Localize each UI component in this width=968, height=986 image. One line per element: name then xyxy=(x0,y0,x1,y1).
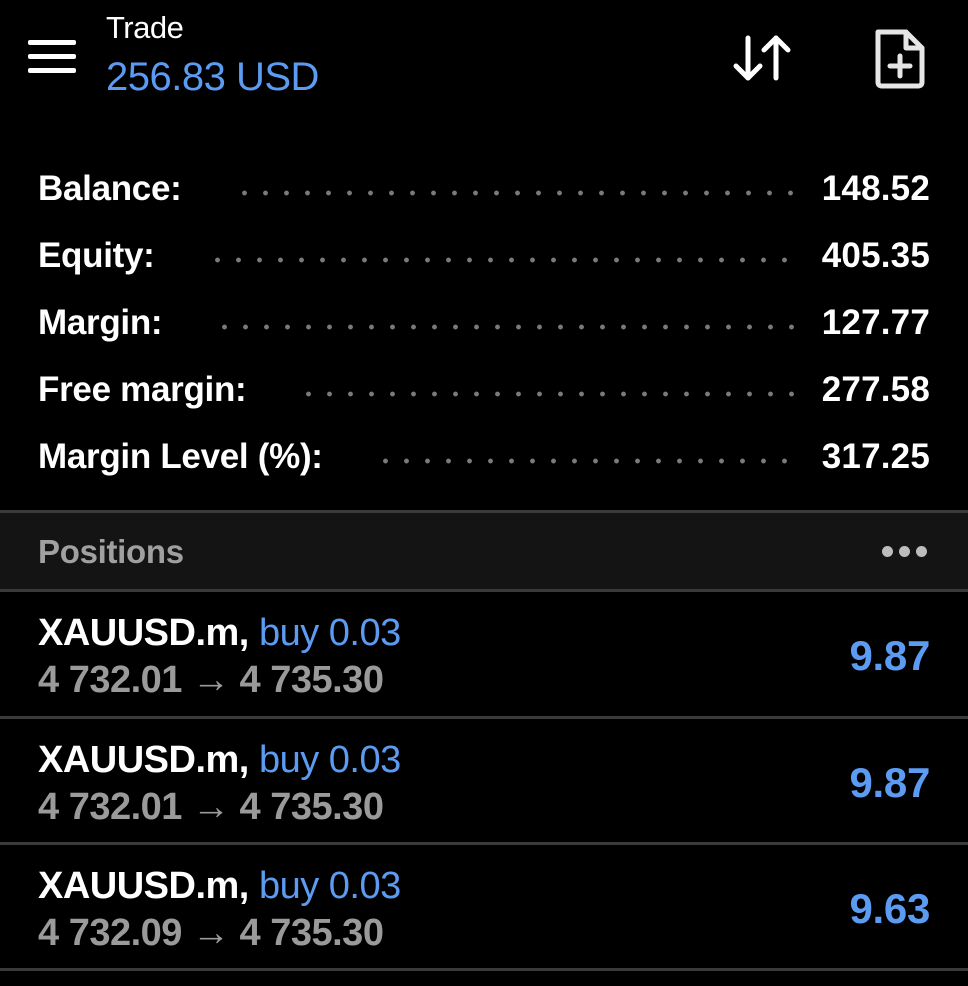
position-prices: 4 732.01 → 4 735.30 xyxy=(38,786,384,828)
document-plus-icon xyxy=(875,29,925,89)
summary-row-margin: Margin: 127.77 xyxy=(38,289,930,356)
position-row[interactable]: XAUUSD.m, buy 0.03 4 732.01 → 4 735.30 9… xyxy=(0,719,968,843)
position-profit: 9.87 xyxy=(849,632,930,679)
position-title: XAUUSD.m, buy 0.03 xyxy=(38,865,401,908)
menu-button[interactable] xyxy=(28,40,76,76)
sort-button[interactable] xyxy=(730,30,796,86)
position-symbol: XAUUSD.m, xyxy=(38,612,249,654)
title-block: Trade 256.83 USD xyxy=(106,8,319,104)
position-profit: 9.63 xyxy=(849,885,930,932)
dotted-leader xyxy=(298,390,794,397)
summary-value: 317.25 xyxy=(821,436,930,476)
hamburger-icon-line xyxy=(28,54,76,59)
position-type: buy 0.03 xyxy=(258,612,401,654)
summary-label: Equity: xyxy=(38,235,155,275)
new-order-button[interactable] xyxy=(870,26,928,90)
dotted-leader xyxy=(374,457,794,464)
summary-value: 405.35 xyxy=(821,235,930,275)
summary-label: Balance: xyxy=(38,168,182,208)
position-symbol: XAUUSD.m, xyxy=(38,865,249,907)
more-horizontal-icon-dot xyxy=(882,546,893,557)
summary-value: 127.77 xyxy=(821,302,930,342)
summary-label: Margin: xyxy=(38,302,163,342)
sort-arrows-icon xyxy=(733,35,791,81)
hamburger-icon-line xyxy=(28,68,76,73)
position-type: buy 0.03 xyxy=(258,865,401,907)
position-profit: 9.87 xyxy=(849,759,930,806)
position-title: XAUUSD.m, buy 0.03 xyxy=(38,612,401,655)
divider xyxy=(0,968,968,971)
more-horizontal-icon-dot xyxy=(899,546,910,557)
summary-row-balance: Balance: 148.52 xyxy=(38,155,930,222)
more-options-button[interactable] xyxy=(880,539,930,563)
summary-label: Margin Level (%): xyxy=(38,436,323,476)
more-horizontal-icon-dot xyxy=(916,546,927,557)
position-row[interactable]: XAUUSD.m, buy 0.03 4 732.09 → 4 735.30 9… xyxy=(0,845,968,969)
hamburger-icon-line xyxy=(28,40,76,45)
summary-value: 148.52 xyxy=(821,168,930,208)
summary-row-margin-level: Margin Level (%): 317.25 xyxy=(38,423,930,490)
position-symbol: XAUUSD.m, xyxy=(38,739,249,781)
summary-row-equity: Equity: 405.35 xyxy=(38,222,930,289)
position-title: XAUUSD.m, buy 0.03 xyxy=(38,739,401,782)
summary-value: 277.58 xyxy=(821,369,930,409)
dotted-leader xyxy=(214,323,794,330)
top-bar: Trade 256.83 USD xyxy=(0,0,968,140)
position-row[interactable]: XAUUSD.m, buy 0.03 4 732.01 → 4 735.30 9… xyxy=(0,592,968,716)
page-title: Trade xyxy=(106,10,184,45)
dotted-leader xyxy=(233,189,794,196)
position-prices: 4 732.09 → 4 735.30 xyxy=(38,912,384,954)
position-type: buy 0.03 xyxy=(258,739,401,781)
summary-row-free-margin: Free margin: 277.58 xyxy=(38,356,930,423)
account-value[interactable]: 256.83 USD xyxy=(106,50,319,104)
summary-label: Free margin: xyxy=(38,369,247,409)
position-prices: 4 732.01 → 4 735.30 xyxy=(38,659,384,701)
dotted-leader xyxy=(206,256,794,263)
section-title: Positions xyxy=(38,533,184,570)
account-summary: Balance: 148.52 Equity: 405.35 Margin: 1… xyxy=(38,155,930,490)
positions-header: Positions xyxy=(0,513,968,589)
